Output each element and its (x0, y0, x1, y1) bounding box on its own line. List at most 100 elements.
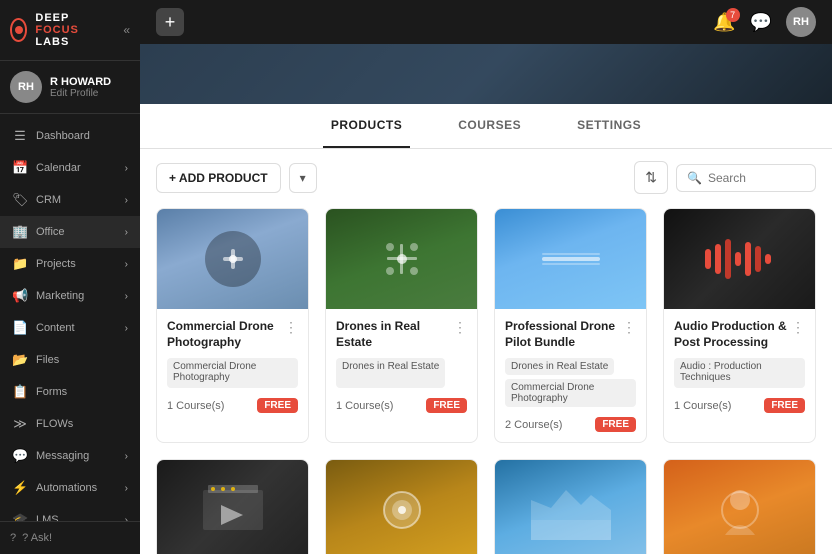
free-badge: FREE (595, 417, 636, 432)
user-section: RH R HOWARD Edit Profile (0, 61, 140, 114)
sidebar-item-lms[interactable]: 🎓 LMS › (0, 504, 140, 521)
product-title: Drones in Real Estate (336, 319, 453, 350)
products-grid: Commercial Drone Photography ⋮ Commercia… (156, 208, 816, 554)
sidebar-item-marketing[interactable]: 📢 Marketing › (0, 280, 140, 312)
product-body: Drones in Real Estate ⋮ Drones in Real E… (326, 309, 477, 423)
nav-label-content: Content (36, 322, 75, 334)
edit-profile-link[interactable]: Edit Profile (50, 88, 130, 99)
nav-label-forms: Forms (36, 386, 67, 398)
sidebar-item-flows[interactable]: ≫ FLOWs (0, 408, 140, 440)
product-title: Commercial Drone Photography (167, 319, 284, 350)
product-card-landscape-photography[interactable]: Landscape Photography: Basics ⋮ Photogra… (494, 459, 647, 554)
product-card-drones-real-estate[interactable]: Drones in Real Estate ⋮ Drones in Real E… (325, 208, 478, 443)
logo-icon (10, 18, 27, 42)
question-icon: ? (10, 532, 16, 544)
product-menu-button[interactable]: ⋮ (622, 319, 636, 336)
sidebar-item-messaging[interactable]: 💬 Messaging › (0, 440, 140, 472)
product-card-commercial-drone[interactable]: Commercial Drone Photography ⋮ Commercia… (156, 208, 309, 443)
free-badge: FREE (257, 398, 298, 413)
nav-icon-files: 📂 (12, 352, 28, 368)
nav-label-projects: Projects (36, 258, 76, 270)
user-name: R HOWARD (50, 76, 130, 88)
add-button[interactable]: + (156, 8, 184, 36)
sidebar-item-dashboard[interactable]: ☰ Dashboard (0, 120, 140, 152)
product-image (326, 209, 477, 309)
nav-arrow-office: › (125, 227, 128, 238)
product-menu-button[interactable]: ⋮ (284, 319, 298, 336)
nav-label-crm: CRM (36, 194, 61, 206)
nav-arrow-projects: › (125, 259, 128, 270)
sidebar-item-files[interactable]: 📂 Files (0, 344, 140, 376)
sidebar-item-content[interactable]: 📄 Content › (0, 312, 140, 344)
product-image (157, 460, 308, 554)
nav-label-messaging: Messaging (36, 450, 89, 462)
product-title: Audio Production & Post Processing (674, 319, 791, 350)
toolbar: + ADD PRODUCT ▾ ⇅ 🔍 (156, 161, 816, 194)
sidebar-item-forms[interactable]: 📋 Forms (0, 376, 140, 408)
product-card-practicing-photographer[interactable]: The Practicing Photographer ⋮ Photograph… (325, 459, 478, 554)
product-body: Commercial Drone Photography ⋮ Commercia… (157, 309, 308, 423)
tab-bar: PRODUCTS COURSES SETTINGS (140, 104, 832, 149)
product-card-photography-beginner[interactable]: Photography: Beginner Series ⋮ Photograp… (663, 459, 816, 554)
product-tags: Drones in Real EstateCommercial Drone Ph… (505, 358, 636, 407)
nav-label-marketing: Marketing (36, 290, 84, 302)
nav-arrow-messaging: › (125, 451, 128, 462)
courses-count: 1 Course(s) (674, 400, 731, 412)
courses-count: 2 Course(s) (505, 419, 562, 431)
nav-label-automations: Automations (36, 482, 97, 494)
product-tag: Audio : Production Techniques (674, 358, 805, 388)
product-tag: Drones in Real Estate (505, 358, 614, 375)
filter-button[interactable]: ⇅ (634, 161, 668, 194)
sidebar-item-crm[interactable]: 🏷 CRM › (0, 184, 140, 216)
topbar-icons: 🔔 7 💬 RH (713, 7, 816, 37)
nav-arrow-lms: › (125, 515, 128, 522)
product-header: Commercial Drone Photography ⋮ (167, 319, 298, 350)
banner (140, 44, 832, 104)
nav-icon-automations: ⚡ (12, 480, 28, 496)
sidebar-item-projects[interactable]: 📁 Projects › (0, 248, 140, 280)
product-header: Drones in Real Estate ⋮ (336, 319, 467, 350)
nav-icon-calendar: 📅 (12, 160, 28, 176)
tab-settings[interactable]: SETTINGS (569, 104, 649, 148)
sidebar-collapse-button[interactable]: « (123, 23, 130, 37)
product-card-professional-drone[interactable]: Professional Drone Pilot Bundle ⋮ Drones… (494, 208, 647, 443)
product-card-audio-production[interactable]: Audio Production & Post Processing ⋮ Aud… (663, 208, 816, 443)
nav-label-lms: LMS (36, 514, 59, 521)
product-image (326, 460, 477, 554)
ask-button[interactable]: ? ? Ask! (10, 532, 130, 544)
sidebar-item-calendar[interactable]: 📅 Calendar › (0, 152, 140, 184)
messages-button[interactable]: 💬 (750, 12, 772, 33)
nav-arrow-calendar: › (125, 163, 128, 174)
product-footer: 1 Course(s) FREE (336, 398, 467, 413)
product-image (157, 209, 308, 309)
nav-icon-dashboard: ☰ (12, 128, 28, 144)
nav-icon-content: 📄 (12, 320, 28, 336)
free-badge: FREE (426, 398, 467, 413)
courses-count: 1 Course(s) (167, 400, 224, 412)
product-body: Audio Production & Post Processing ⋮ Aud… (664, 309, 815, 423)
nav-icon-projects: 📁 (12, 256, 28, 272)
sidebar-item-office[interactable]: 🏢 Office › (0, 216, 140, 248)
add-product-label: + ADD PRODUCT (169, 171, 268, 185)
tab-courses[interactable]: COURSES (450, 104, 529, 148)
nav-icon-crm: 🏷 (12, 192, 28, 208)
user-info: R HOWARD Edit Profile (50, 76, 130, 99)
notifications-button[interactable]: 🔔 7 (713, 12, 735, 33)
tab-products[interactable]: PRODUCTS (323, 104, 410, 148)
courses-count: 1 Course(s) (336, 400, 393, 412)
nav-label-office: Office (36, 226, 65, 238)
product-image (664, 209, 815, 309)
sidebar-item-automations[interactable]: ⚡ Automations › (0, 472, 140, 504)
product-card-cinematography[interactable]: Cinematography Bundle ⋮ Cinematography B… (156, 459, 309, 554)
nav-label-calendar: Calendar (36, 162, 81, 174)
search-input[interactable] (708, 171, 808, 185)
product-tags: Drones in Real Estate (336, 358, 467, 388)
product-image (495, 209, 646, 309)
dropdown-button[interactable]: ▾ (289, 163, 317, 193)
add-product-button[interactable]: + ADD PRODUCT (156, 163, 281, 193)
product-menu-button[interactable]: ⋮ (791, 319, 805, 336)
product-image (495, 460, 646, 554)
product-menu-button[interactable]: ⋮ (453, 319, 467, 336)
nav-label-flows: FLOWs (36, 418, 73, 430)
user-avatar-topbar[interactable]: RH (786, 7, 816, 37)
